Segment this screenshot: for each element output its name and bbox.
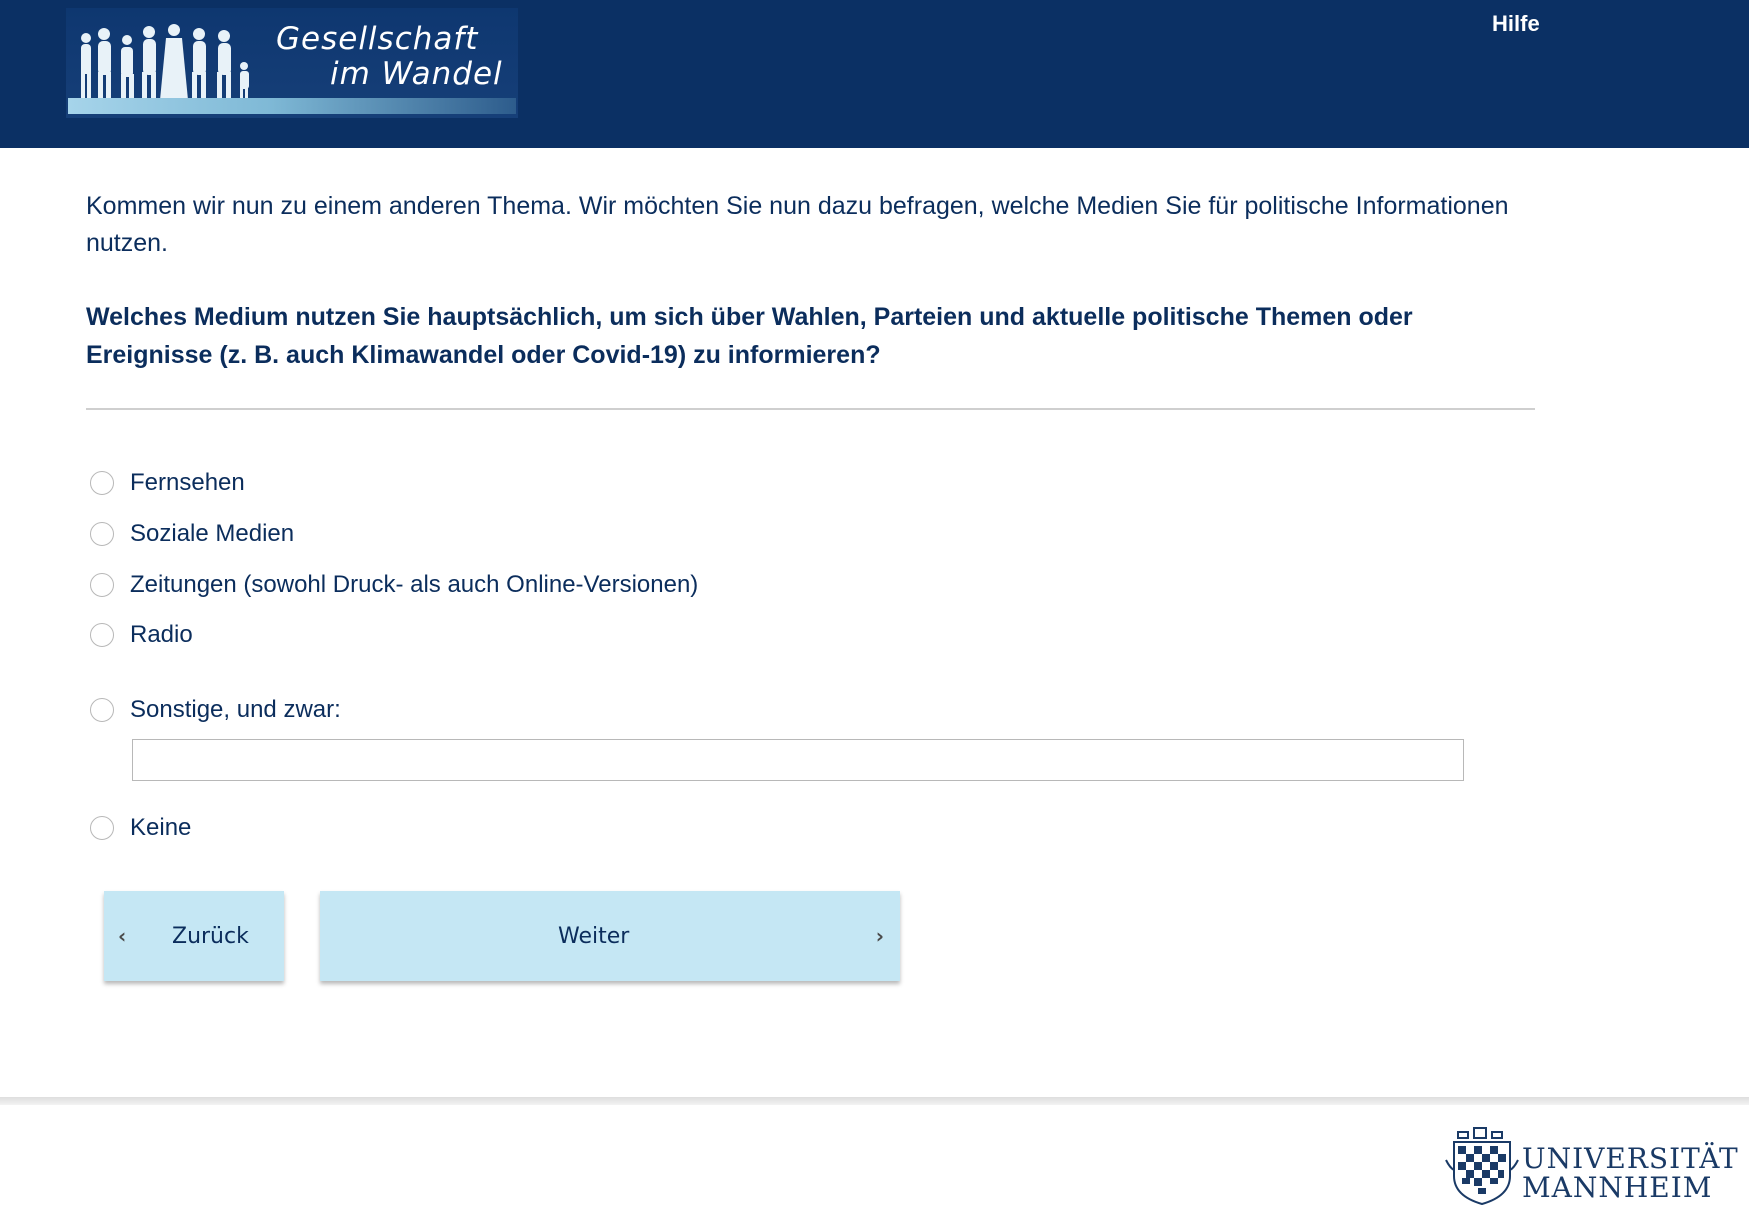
radio-button[interactable] — [90, 623, 114, 647]
option-keine[interactable]: Keine — [90, 813, 191, 843]
chevron-right-icon: › — [875, 924, 884, 948]
logo-text: Gesellschaft im Wandel — [276, 22, 503, 92]
logo-band — [68, 98, 516, 114]
divider — [86, 408, 1535, 410]
next-button-label: Weiter — [558, 923, 630, 949]
university-line-1: UNIVERSITÄT — [1522, 1142, 1739, 1175]
logo-line-2: im Wandel — [330, 56, 503, 92]
option-label: Fernsehen — [130, 469, 245, 496]
option-label: Sonstige, und zwar: — [130, 696, 341, 723]
logo-line-1: Gesellschaft — [276, 21, 479, 57]
gesellschaft-im-wandel-logo: Gesellschaft im Wandel — [66, 8, 518, 118]
next-button[interactable]: Weiter › — [320, 891, 900, 981]
radio-button[interactable] — [90, 573, 114, 597]
back-button[interactable]: ‹ Zurück — [104, 891, 284, 981]
option-radio[interactable]: Radio — [90, 620, 193, 650]
option-label: Soziale Medien — [130, 520, 295, 547]
radio-button[interactable] — [90, 816, 114, 840]
question-text: Welches Medium nutzen Sie hauptsächlich,… — [86, 303, 1413, 369]
universitaet-mannheim-logo: UNIVERSITÄT MANNHEIM — [1444, 1126, 1744, 1210]
radio-button[interactable] — [90, 698, 114, 722]
radio-button[interactable] — [90, 522, 114, 546]
university-crest-icon — [1445, 1127, 1519, 1206]
sonstige-text-input[interactable] — [132, 739, 1464, 781]
option-soziale-medien[interactable]: Soziale Medien — [90, 519, 294, 549]
back-button-label: Zurück — [172, 923, 249, 949]
university-line-2: MANNHEIM — [1522, 1171, 1713, 1204]
footer-divider — [0, 1097, 1749, 1105]
option-label: Radio — [130, 621, 193, 648]
intro-text: Kommen wir nun zu einem anderen Thema. W… — [86, 192, 1509, 257]
site-header: Gesellschaft im Wandel Hilfe — [0, 0, 1749, 148]
option-label: Keine — [130, 814, 192, 841]
option-fernsehen[interactable]: Fernsehen — [90, 468, 245, 498]
help-link[interactable]: Hilfe — [1492, 11, 1540, 37]
option-label: Zeitungen (sowohl Druck- als auch Online… — [130, 571, 699, 598]
university-name: UNIVERSITÄT MANNHEIM — [1522, 1144, 1739, 1202]
option-zeitungen[interactable]: Zeitungen (sowohl Druck- als auch Online… — [90, 570, 698, 600]
option-sonstige[interactable]: Sonstige, und zwar: — [90, 695, 341, 725]
radio-button[interactable] — [90, 471, 114, 495]
chevron-left-icon: ‹ — [118, 924, 127, 948]
